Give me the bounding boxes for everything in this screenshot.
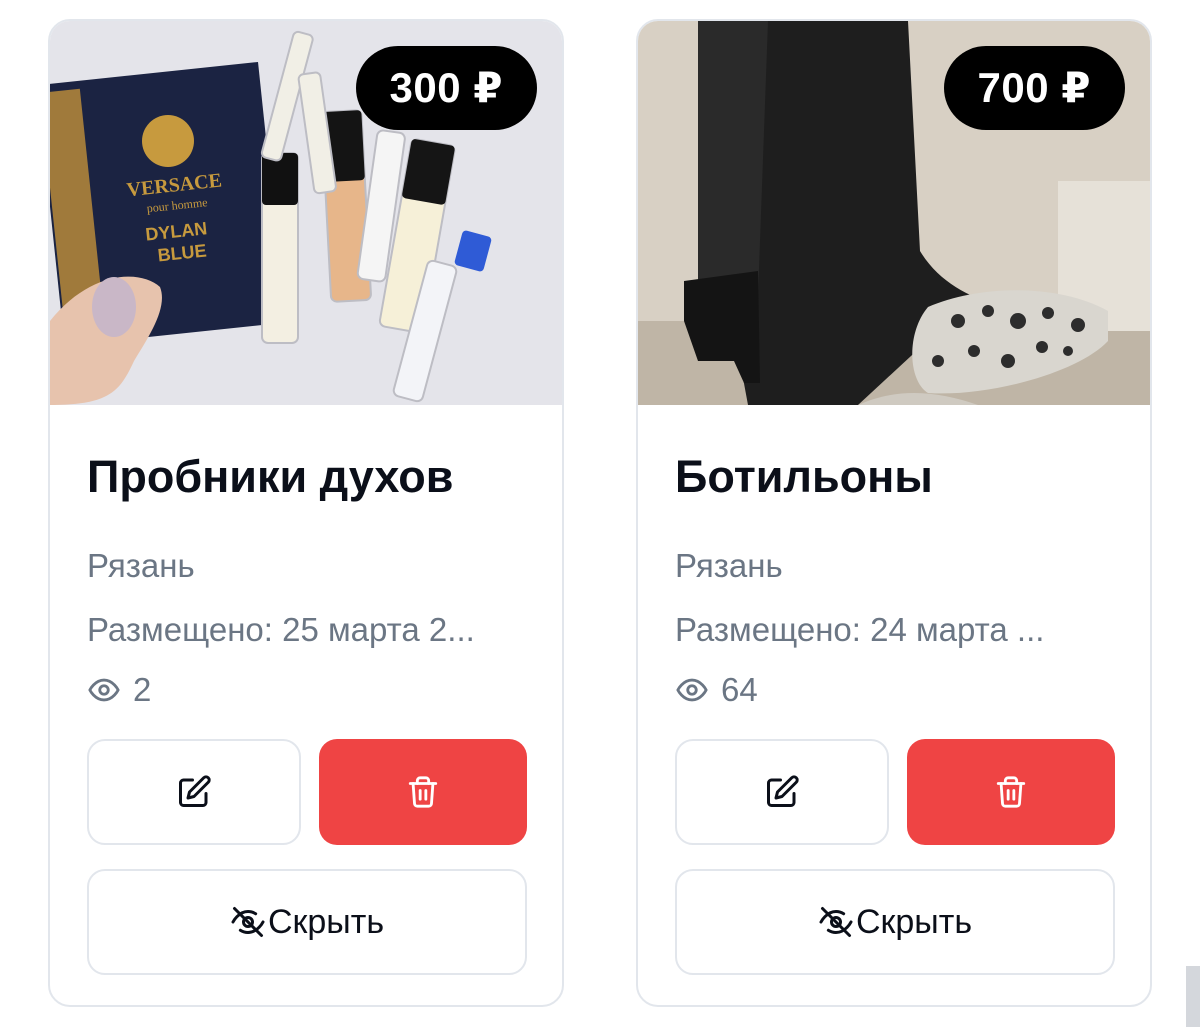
scrollbar-thumb[interactable] [1186, 966, 1200, 1027]
hide-button[interactable]: Скрыть [675, 869, 1115, 975]
listing-photo[interactable]: 700 ₽ [638, 21, 1150, 405]
hide-button-label: Скрыть [267, 902, 385, 941]
eye-off-icon [819, 907, 853, 937]
price-badge: 300 ₽ [355, 46, 537, 130]
hide-button-label: Скрыть [855, 902, 973, 941]
listing-city: Рязань [87, 547, 195, 584]
listing-views: 2 [87, 671, 151, 709]
edit-icon [179, 775, 211, 807]
hide-button[interactable]: Скрыть [87, 869, 527, 975]
edit-icon [767, 775, 799, 807]
price-badge: 700 ₽ [943, 46, 1125, 130]
listing-views: 64 [675, 671, 758, 709]
delete-button[interactable] [907, 739, 1115, 845]
listing-photo[interactable]: VERSACE pour homme DYLAN BLUE 300 ₽ [50, 21, 562, 405]
listing-title[interactable]: Пробники духов [87, 451, 453, 503]
trash-icon [996, 776, 1026, 808]
eye-icon [676, 678, 708, 702]
eye-off-icon [231, 907, 265, 937]
listing-city: Рязань [675, 547, 783, 584]
edit-button[interactable] [675, 739, 889, 845]
views-count: 2 [133, 671, 152, 708]
trash-icon [408, 776, 438, 808]
listing-posted-date: Размещено: 24 марта ... [675, 611, 1045, 648]
eye-icon [88, 678, 120, 702]
listing-card[interactable]: 700 ₽ Ботильоны Рязань Размещено: 24 мар… [636, 19, 1152, 1007]
listing-title[interactable]: Ботильоны [675, 451, 933, 503]
edit-button[interactable] [87, 739, 301, 845]
views-count: 64 [721, 671, 758, 708]
listing-posted-date: Размещено: 25 марта 2... [87, 611, 475, 648]
listing-card[interactable]: VERSACE pour homme DYLAN BLUE 300 ₽ Проб… [48, 19, 564, 1007]
delete-button[interactable] [319, 739, 527, 845]
